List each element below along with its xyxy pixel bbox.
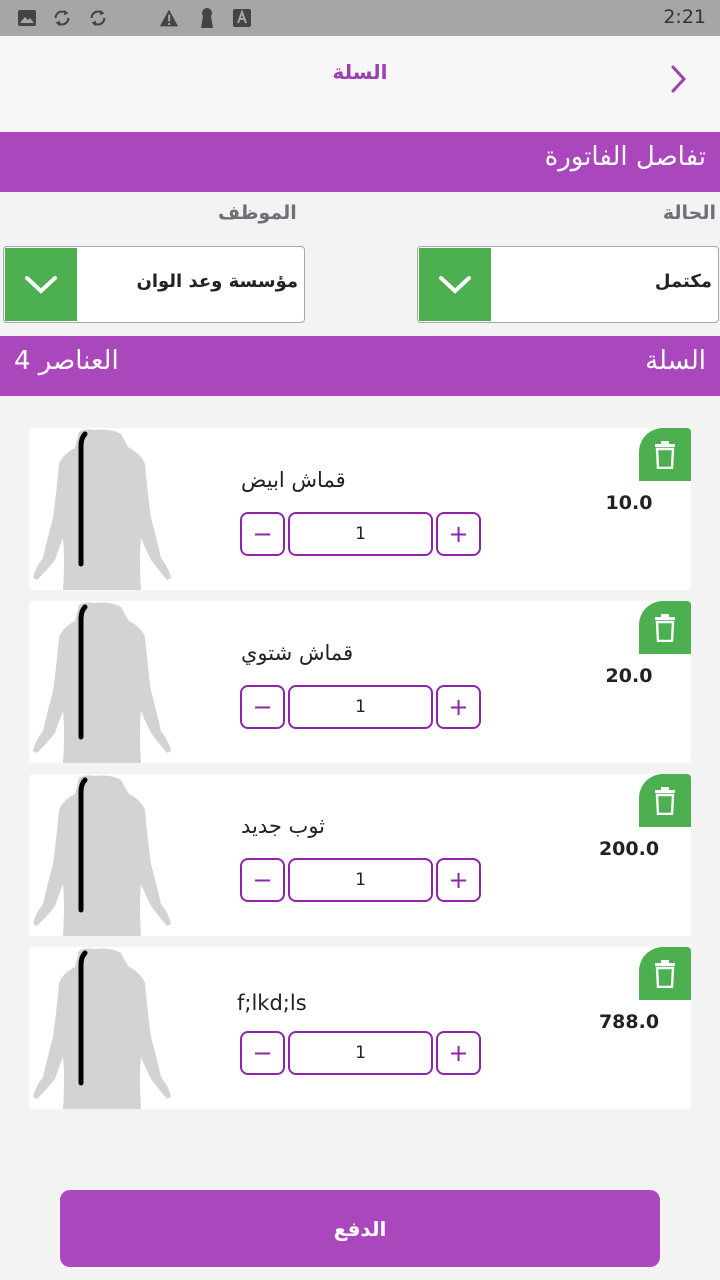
- pay-button-label: الدفع: [333, 1216, 387, 1241]
- trash-icon: [655, 786, 675, 815]
- top-app-bar: السلة: [0, 36, 720, 132]
- status-label: الحالة: [662, 202, 716, 224]
- sync-icon: [88, 8, 108, 28]
- clock-time: 2:21: [663, 6, 706, 28]
- body-silhouette-image: [33, 775, 171, 936]
- minus-icon: −: [252, 693, 273, 721]
- warning-icon: [159, 8, 179, 28]
- invoice-details-header: تفاصل الفاتورة: [0, 132, 720, 192]
- delete-item-button[interactable]: [639, 774, 691, 827]
- item-name: قماش شتوي: [241, 641, 354, 665]
- chevron-down-icon: [5, 248, 77, 321]
- decrease-quantity-button[interactable]: −: [240, 512, 285, 556]
- trash-icon: [655, 613, 675, 642]
- status-dropdown[interactable]: مكتمل: [417, 246, 719, 323]
- quantity-field[interactable]: 1: [288, 685, 433, 729]
- text-a-icon: [232, 8, 252, 28]
- sync-icon: [52, 8, 72, 28]
- cart-header: السلة العناصر 4: [0, 336, 720, 396]
- cart-item: f;lkd;ls 788.0 − 1 +: [29, 947, 691, 1109]
- items-count: العناصر 4: [14, 346, 119, 376]
- item-price: 788.0: [598, 1011, 660, 1033]
- item-name: ثوب جديد: [241, 814, 326, 838]
- minus-icon: −: [252, 1039, 273, 1067]
- body-silhouette-image: [33, 948, 171, 1109]
- decrease-quantity-button[interactable]: −: [240, 1031, 285, 1075]
- body-silhouette-image: [33, 602, 171, 763]
- plus-icon: +: [448, 866, 469, 894]
- cart-item: قماش ابيض 10.0 − 1 +: [29, 428, 691, 590]
- page-title: السلة: [332, 60, 388, 84]
- cart-item: قماش شتوي 20.0 − 1 +: [29, 601, 691, 763]
- employee-value: مؤسسة وعد الوان: [136, 271, 298, 292]
- plus-icon: +: [448, 520, 469, 548]
- minus-icon: −: [252, 520, 273, 548]
- increase-quantity-button[interactable]: +: [436, 1031, 481, 1075]
- delete-item-button[interactable]: [639, 601, 691, 654]
- plus-icon: +: [448, 1039, 469, 1067]
- body-silhouette-image: [33, 429, 171, 590]
- invoice-details-title: تفاصل الفاتورة: [544, 142, 706, 172]
- decrease-quantity-button[interactable]: −: [240, 858, 285, 902]
- plus-icon: +: [448, 693, 469, 721]
- minus-icon: −: [252, 866, 273, 894]
- item-price: 20.0: [605, 665, 653, 687]
- delete-item-button[interactable]: [639, 428, 691, 481]
- cart-title: السلة: [645, 346, 706, 376]
- status-bar: 2:21: [0, 0, 720, 36]
- image-icon: [17, 8, 37, 28]
- item-name: f;lkd;ls: [237, 991, 307, 1015]
- item-price: 200.0: [598, 838, 660, 860]
- increase-quantity-button[interactable]: +: [436, 685, 481, 729]
- quantity-field[interactable]: 1: [288, 1031, 433, 1075]
- item-price: 10.0: [605, 492, 653, 514]
- status-value: مكتمل: [654, 271, 712, 292]
- trash-icon: [655, 959, 675, 988]
- employee-label: الموظف: [218, 202, 297, 224]
- quantity-field[interactable]: 1: [288, 858, 433, 902]
- trash-icon: [655, 440, 675, 469]
- chevron-down-icon: [419, 248, 491, 321]
- item-name: قماش ابيض: [241, 468, 346, 492]
- decrease-quantity-button[interactable]: −: [240, 685, 285, 729]
- employee-dropdown[interactable]: مؤسسة وعد الوان: [3, 246, 305, 323]
- increase-quantity-button[interactable]: +: [436, 858, 481, 902]
- chevron-right-icon: [671, 65, 687, 93]
- quantity-field[interactable]: 1: [288, 512, 433, 556]
- delete-item-button[interactable]: [639, 947, 691, 1000]
- cart-item: ثوب جديد 200.0 − 1 +: [29, 774, 691, 936]
- increase-quantity-button[interactable]: +: [436, 512, 481, 556]
- keyhole-icon: [197, 8, 217, 28]
- back-button[interactable]: [666, 62, 690, 96]
- pay-button[interactable]: الدفع: [60, 1190, 660, 1267]
